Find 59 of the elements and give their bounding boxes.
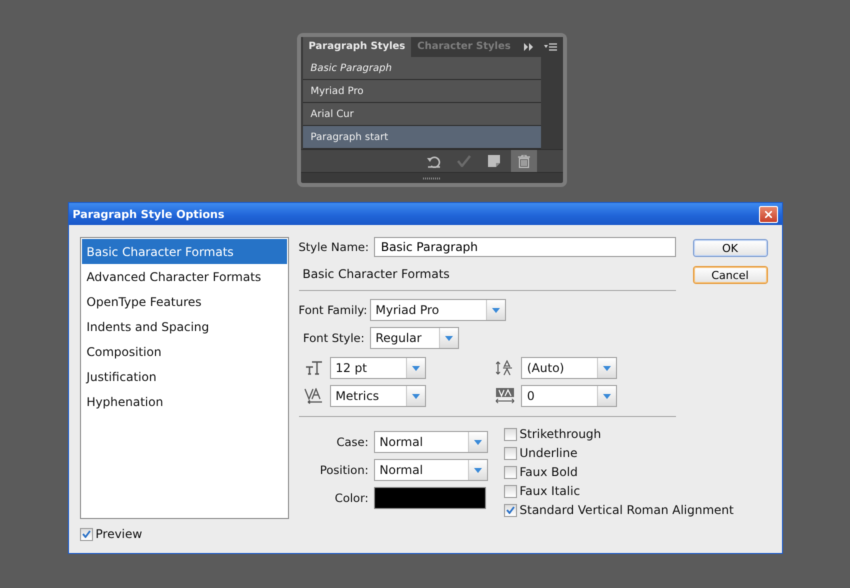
option-checkbox[interactable]: Faux Bold [504,465,734,479]
close-icon [764,210,772,218]
caret-icon [412,394,420,398]
caret-icon [603,366,611,370]
trash-icon [518,154,530,168]
checkmark-icon [456,155,470,167]
case-label: Case: [335,435,368,449]
leading-icon [496,360,514,376]
category-item[interactable]: Advanced Character Formats [82,264,286,289]
category-item[interactable]: Composition [82,339,286,364]
caret-icon [444,336,452,340]
font-family-label: Font Family: [298,303,364,317]
caret-icon [492,308,500,312]
category-item[interactable]: Justification [82,364,286,389]
category-item[interactable]: OpenType Features [82,289,286,314]
kerning-icon [304,388,324,404]
checkmark-icon [82,530,90,538]
menu-icon[interactable] [544,43,556,51]
dialog-button[interactable]: Cancel [692,266,768,284]
font-style-dropdown[interactable]: Regular [370,327,458,349]
option-checkbox[interactable]: Standard Vertical Roman Alignment [504,503,734,517]
category-item[interactable]: Hyphenation [82,389,286,414]
undo-icon [426,154,440,168]
caret-icon [603,394,611,398]
font-size-icon [304,361,322,375]
new-page-icon [488,155,500,167]
caret-icon [412,366,420,370]
panel-tab[interactable]: Paragraph Styles [302,37,412,57]
caret-icon [474,468,482,472]
category-item[interactable]: Basic Character Formats [82,239,286,264]
font-family-dropdown[interactable]: Myriad Pro [370,299,506,321]
close-button[interactable] [758,206,778,222]
position-label: Position: [318,463,368,477]
color-swatch[interactable] [374,487,486,509]
toolbar-button[interactable] [510,150,536,172]
category-item[interactable]: Indents and Spacing [82,314,286,339]
caret-icon [474,440,482,444]
metric-dropdown[interactable]: (Auto) [521,357,617,379]
metric-dropdown[interactable]: Metrics [330,385,426,407]
style-item[interactable]: Paragraph start [302,126,540,149]
style-name-label: Style Name: [298,240,369,254]
expand-icon[interactable] [524,43,534,51]
option-checkbox[interactable]: Faux Italic [504,484,734,498]
case-dropdown[interactable]: Normal [374,431,488,453]
font-style-label: Font Style: [302,331,364,345]
section-title: Basic Character Formats [302,267,451,281]
metric-dropdown[interactable]: 12 pt [330,357,426,379]
tracking-icon [495,388,515,404]
checkmark-icon [506,506,514,514]
option-checkbox[interactable]: Strikethrough [504,427,734,441]
resize-grip-icon[interactable] [422,176,440,180]
style-name-field[interactable]: Basic Paragraph [374,237,676,257]
option-checkbox[interactable]: Underline [504,446,734,460]
preview-checkbox[interactable]: Preview [80,527,288,541]
dialog-button[interactable]: OK [692,239,768,257]
metric-dropdown[interactable]: 0 [521,385,617,407]
color-label: Color: [334,491,368,505]
position-dropdown[interactable]: Normal [374,459,488,481]
window-title: Paragraph Style Options [72,208,226,220]
